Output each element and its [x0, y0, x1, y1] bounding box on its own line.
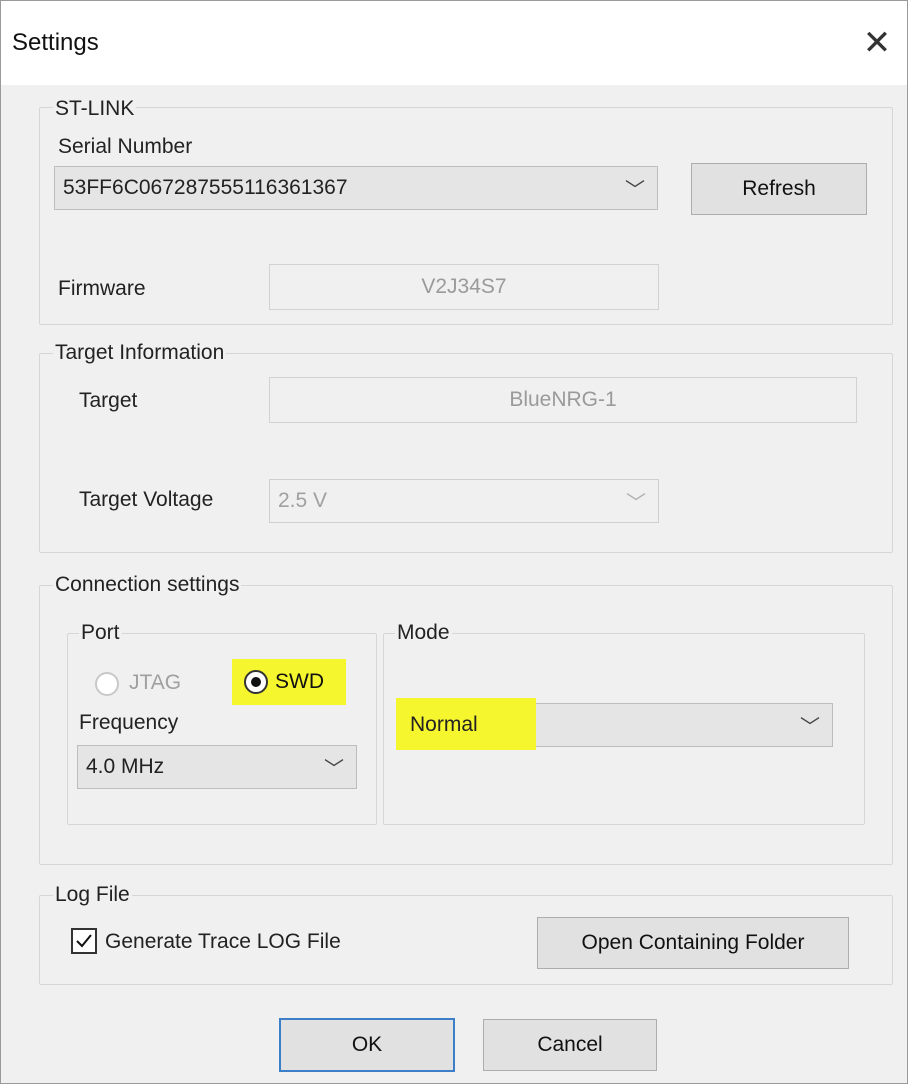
log-file-legend: Log File: [53, 883, 132, 907]
trace-log-label: Generate Trace LOG File: [105, 930, 341, 953]
chevron-down-icon: ﹀: [626, 492, 646, 515]
settings-dialog: Settings ✕ ST-LINK Serial Number 53FF6C0…: [0, 0, 908, 1084]
firmware-value: V2J34S7: [269, 264, 659, 310]
target-value: BlueNRG-1: [269, 377, 857, 423]
target-voltage-value: 2.5 V: [278, 489, 328, 512]
firmware-label: Firmware: [58, 277, 146, 300]
radio-selected-dot: [251, 677, 261, 687]
jtag-radio-label: JTAG: [129, 671, 182, 694]
swd-radio-label: SWD: [275, 670, 324, 693]
title-bar: Settings ✕: [1, 1, 907, 85]
ok-button[interactable]: OK: [279, 1018, 455, 1072]
refresh-button[interactable]: Refresh: [691, 163, 867, 215]
checkmark-icon: [76, 934, 92, 948]
mode-dropdown[interactable]: Normal ﹀: [396, 698, 833, 750]
swd-radio-circle[interactable]: [244, 670, 268, 694]
serial-number-dropdown[interactable]: 53FF6C067287555116361367 ﹀: [54, 166, 658, 210]
dialog-title: Settings: [12, 29, 99, 56]
frequency-dropdown[interactable]: 4.0 MHz ﹀: [77, 745, 357, 789]
swd-radio[interactable]: SWD: [232, 659, 346, 705]
close-icon[interactable]: ✕: [857, 23, 897, 63]
target-label: Target: [79, 389, 138, 412]
chevron-down-icon: ﹀: [800, 716, 820, 739]
mode-legend: Mode: [395, 621, 452, 645]
jtag-radio: JTAG: [95, 669, 205, 699]
frequency-value: 4.0 MHz: [86, 755, 165, 778]
chevron-down-icon: ﹀: [324, 758, 344, 781]
frequency-label: Frequency: [79, 711, 179, 734]
trace-log-checkbox[interactable]: Generate Trace LOG File: [71, 926, 411, 958]
serial-number-label: Serial Number: [58, 135, 193, 158]
mode-value: Normal: [410, 713, 478, 736]
serial-number-value: 53FF6C067287555116361367: [63, 176, 348, 199]
checkbox-box[interactable]: [71, 928, 97, 954]
chevron-down-icon: ﹀: [625, 179, 645, 202]
cancel-button[interactable]: Cancel: [483, 1019, 657, 1071]
target-voltage-label: Target Voltage: [79, 488, 214, 511]
stlink-legend: ST-LINK: [53, 97, 137, 121]
target-voltage-dropdown: 2.5 V ﹀: [269, 479, 659, 523]
port-legend: Port: [79, 621, 122, 645]
open-containing-folder-button[interactable]: Open Containing Folder: [537, 917, 849, 969]
jtag-radio-circle: [95, 672, 119, 696]
target-info-legend: Target Information: [53, 341, 227, 365]
connection-settings-legend: Connection settings: [53, 573, 242, 597]
